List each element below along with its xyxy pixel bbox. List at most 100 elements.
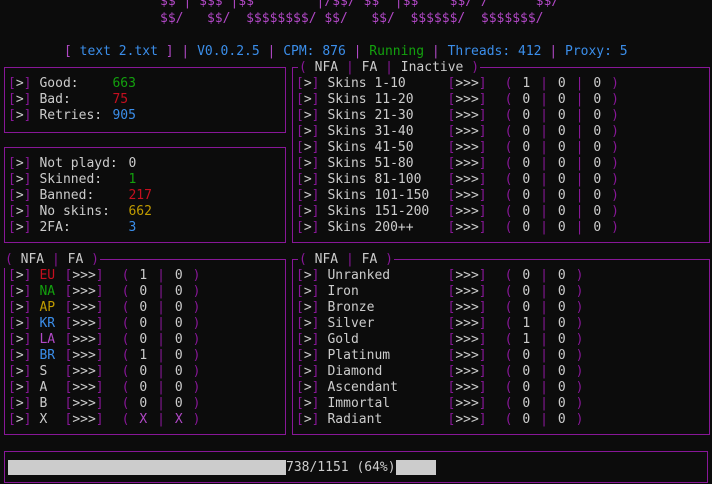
stat-value: 217 xyxy=(128,188,152,203)
region-row: [>] KR [>>>]( 0 | 0 ) xyxy=(8,316,201,331)
rank-count: 0 xyxy=(557,268,566,283)
skins-label: Skins 21-30 xyxy=(327,108,414,123)
skins-label: Skins 31-40 xyxy=(327,124,414,139)
skins-count: 0 xyxy=(593,76,602,91)
region-count: 1 xyxy=(139,268,148,283)
stat-label: Retries: xyxy=(39,108,103,123)
skins-row: [>] Skins 1-10 [>>>]( 1 | 0 | 0 ) xyxy=(296,76,619,91)
rank-row: [>] Immortal [>>>]( 0 | 0 ) xyxy=(296,396,584,411)
skins-label: Skins 81-100 xyxy=(327,172,422,187)
stat-row: [>] 2FA: 3 xyxy=(8,220,137,235)
rank-count: 0 xyxy=(522,380,531,395)
rank-count: 0 xyxy=(522,364,531,379)
region-label: BR xyxy=(39,348,56,363)
rank-count: 0 xyxy=(522,412,531,427)
run-state: Running xyxy=(369,44,425,59)
rank-count: 0 xyxy=(557,300,566,315)
stat-row: [>] Not playd: 0 xyxy=(8,156,137,171)
rank-count: 0 xyxy=(522,348,531,363)
skins-row: [>] Skins 101-150 [>>>]( 0 | 0 | 0 ) xyxy=(296,188,619,203)
rank-row: [>] Iron [>>>]( 0 | 0 ) xyxy=(296,284,584,299)
rank-label: Iron xyxy=(327,284,359,299)
stat-label: Banned: xyxy=(39,188,95,203)
rank-row: [>] Gold [>>>]( 1 | 0 ) xyxy=(296,332,584,347)
rank-label: Ascendant xyxy=(327,380,398,395)
rank-row: [>] Ascendant [>>>]( 0 | 0 ) xyxy=(296,380,584,395)
skins-count: 0 xyxy=(522,172,531,187)
region-label: NA xyxy=(39,284,56,299)
region-label: EU xyxy=(39,268,56,283)
region-row: [>] NA [>>>]( 0 | 0 ) xyxy=(8,284,201,299)
region-count: 0 xyxy=(174,300,183,315)
region-label: X xyxy=(39,412,48,427)
skins-count: 0 xyxy=(522,204,531,219)
progress-text: 738/1151 (64%) xyxy=(286,460,396,475)
region-row: [>] EU [>>>]( 1 | 0 ) xyxy=(8,268,201,283)
stat-value: 663 xyxy=(112,76,136,91)
progress-bar-fill xyxy=(8,460,286,475)
rank-label: Bronze xyxy=(327,300,375,315)
stat-row: [>] Retries: 905 xyxy=(8,108,136,123)
rank-count: 1 xyxy=(522,316,531,331)
rank-count: 0 xyxy=(557,348,566,363)
skins-label: Skins 41-50 xyxy=(327,140,414,155)
region-row: [>] A [>>>]( 0 | 0 ) xyxy=(8,380,201,395)
skins-row: [>] Skins 151-200 [>>>]( 0 | 0 | 0 ) xyxy=(296,204,619,219)
region-count: 0 xyxy=(139,396,148,411)
rank-row: [>] Platinum [>>>]( 0 | 0 ) xyxy=(296,348,584,363)
skins-count: 0 xyxy=(522,188,531,203)
region-label: A xyxy=(39,380,48,395)
stat-label: 2FA: xyxy=(39,220,71,235)
region-count: 0 xyxy=(139,380,148,395)
region-label: B xyxy=(39,396,48,411)
rank-label: Diamond xyxy=(327,364,383,379)
progress-bar-tail xyxy=(395,460,436,475)
ranks-legend: ( NFA | FA ) xyxy=(298,252,394,268)
stat-value: 905 xyxy=(112,108,136,123)
skins-label: Skins 11-20 xyxy=(327,92,414,107)
skins-count: 1 xyxy=(522,76,531,91)
region-label: KR xyxy=(39,316,56,331)
stat-row: [>] Skinned: 1 xyxy=(8,172,137,187)
skins-count: 0 xyxy=(557,204,566,219)
rank-count: 0 xyxy=(522,284,531,299)
region-count: 0 xyxy=(139,300,148,315)
stat-row: [>] No skins: 662 xyxy=(8,204,152,219)
stat-row: [>] Bad: 75 xyxy=(8,92,129,107)
stat-label: Skinned: xyxy=(39,172,103,187)
skins-count: 0 xyxy=(557,92,566,107)
region-count: 0 xyxy=(174,348,183,363)
rank-count: 0 xyxy=(557,284,566,299)
banner-line-1: $$ | $$$ |$$ |/$$/ $$ |$$ $$/ / $$/ xyxy=(160,0,560,9)
region-label: S xyxy=(39,364,48,379)
region-count: X xyxy=(139,412,148,427)
rank-count: 0 xyxy=(557,316,566,331)
region-count: 0 xyxy=(174,316,183,331)
rank-label: Silver xyxy=(327,316,375,331)
rank-count: 0 xyxy=(557,332,566,347)
skins-count: 0 xyxy=(593,220,602,235)
skins-row: [>] Skins 11-20 [>>>]( 0 | 0 | 0 ) xyxy=(296,92,619,107)
stat-label: Not playd: xyxy=(39,156,118,171)
skins-count: 0 xyxy=(557,156,566,171)
rank-count: 0 xyxy=(557,364,566,379)
skins-count: 0 xyxy=(593,124,602,139)
region-count: 0 xyxy=(139,332,148,347)
proxy-label: Proxy: xyxy=(565,44,612,59)
rank-count: 0 xyxy=(522,300,531,315)
stat-value: 662 xyxy=(128,204,152,219)
skins-legend: ( NFA | FA | Inactive ) xyxy=(298,60,481,76)
rank-label: Unranked xyxy=(327,268,391,283)
region-row: [>] X [>>>]( X | X ) xyxy=(8,412,201,427)
skins-row: [>] Skins 31-40 [>>>]( 0 | 0 | 0 ) xyxy=(296,124,619,139)
threads-label: Threads: xyxy=(447,44,511,59)
skins-count: 0 xyxy=(593,92,602,107)
skins-count: 0 xyxy=(593,140,602,155)
skins-row: [>] Skins 200++ [>>>]( 0 | 0 | 0 ) xyxy=(296,220,619,235)
skins-count: 0 xyxy=(522,124,531,139)
skins-count: 0 xyxy=(557,76,566,91)
rank-count: 0 xyxy=(557,396,566,411)
region-count: 0 xyxy=(174,396,183,411)
regions-legend: ( NFA | FA ) xyxy=(4,252,100,268)
rank-row: [>] Radiant [>>>]( 0 | 0 ) xyxy=(296,412,584,427)
